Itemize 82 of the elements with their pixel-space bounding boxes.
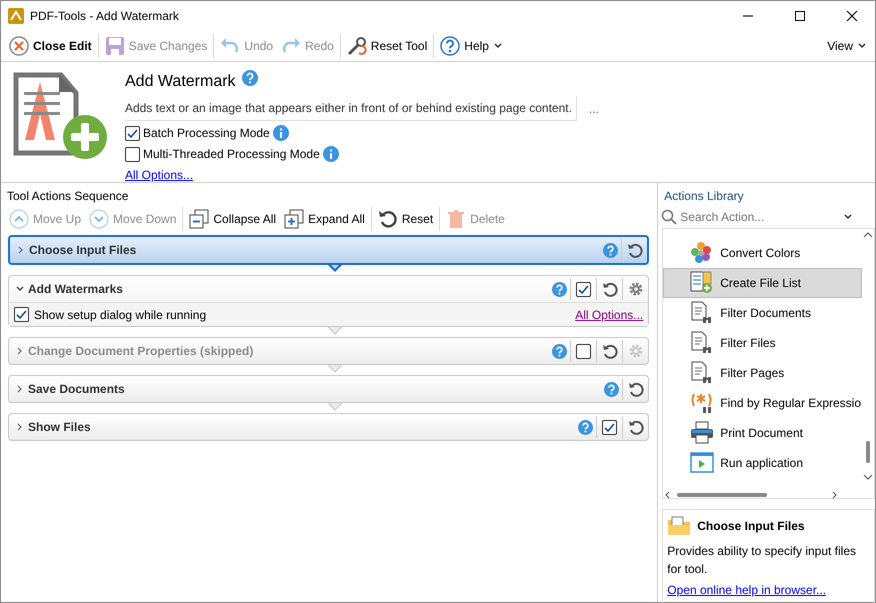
more-button[interactable]: ... bbox=[588, 100, 599, 118]
action-title: Save Documents bbox=[28, 381, 126, 398]
wrench-icon bbox=[346, 36, 367, 56]
caret-icon bbox=[492, 41, 503, 51]
help-icon bbox=[578, 420, 594, 434]
all-options-link[interactable]: All Options... bbox=[575, 306, 644, 324]
caret-icon bbox=[857, 41, 867, 51]
info-icon bbox=[322, 146, 339, 162]
toolbar-button[interactable]: Reset bbox=[374, 207, 438, 231]
library-item[interactable]: Create File List bbox=[663, 268, 862, 298]
action-title: Show Files bbox=[28, 419, 92, 436]
reset-icon bbox=[628, 381, 644, 397]
help-icon bbox=[552, 344, 568, 358]
toolbar-button[interactable]: Collapse All bbox=[185, 207, 280, 231]
run-window-icon bbox=[690, 451, 714, 475]
help-title: Choose Input Files bbox=[697, 518, 805, 535]
toolbar-button[interactable]: Reset Tool bbox=[342, 34, 432, 58]
regex-icon bbox=[690, 391, 714, 415]
toolbar-button[interactable]: Expand All bbox=[280, 207, 369, 231]
option-label: Batch Processing Mode bbox=[143, 125, 270, 142]
action-card[interactable]: Show Files bbox=[8, 413, 650, 441]
help-text: Provides ability to specify input files for tool. bbox=[667, 543, 858, 578]
watermark-tool-icon bbox=[13, 70, 108, 160]
caret-icon bbox=[843, 212, 854, 222]
enable-checkbox[interactable] bbox=[602, 420, 618, 434]
printer-icon bbox=[690, 421, 714, 445]
action-card[interactable]: Save Documents bbox=[8, 375, 650, 403]
panel-title: Actions Library bbox=[663, 188, 745, 205]
reset-icon bbox=[378, 209, 398, 229]
option-label: Multi-Threaded Processing Mode bbox=[143, 146, 320, 163]
help-icon bbox=[242, 70, 258, 86]
connector-notch bbox=[327, 364, 343, 373]
help-icon bbox=[604, 382, 620, 396]
trash-icon bbox=[446, 209, 466, 229]
library-item[interactable]: Find by Regular Expressio bbox=[663, 388, 862, 418]
enable-checkbox[interactable] bbox=[576, 282, 592, 296]
action-title: Change Document Properties (skipped) bbox=[28, 343, 254, 360]
save-icon bbox=[104, 36, 125, 56]
library-item[interactable]: Filter Pages bbox=[663, 358, 862, 388]
library-item[interactable]: Filter Documents bbox=[663, 298, 862, 328]
library-item[interactable]: Convert Colors bbox=[663, 238, 862, 268]
option-label: Show setup dialog while running bbox=[34, 306, 208, 324]
panel-title: Tool Actions Sequence bbox=[6, 188, 130, 205]
connector-notch bbox=[327, 264, 343, 273]
reset-icon bbox=[628, 419, 644, 435]
help-icon bbox=[552, 282, 568, 296]
help-icon bbox=[440, 36, 460, 56]
reset-icon bbox=[602, 281, 618, 297]
library-item[interactable]: Run application bbox=[663, 448, 862, 478]
help-icon bbox=[603, 242, 618, 258]
enable-checkbox[interactable] bbox=[576, 344, 592, 358]
toolbar-button[interactable]: Help bbox=[436, 34, 507, 58]
close-icon bbox=[846, 10, 858, 22]
search-icon bbox=[661, 209, 678, 225]
action-title: Add Watermarks bbox=[28, 281, 124, 298]
checkbox[interactable] bbox=[14, 307, 29, 322]
window-title: PDF-Tools - Add Watermark bbox=[30, 8, 180, 25]
online-help-link[interactable]: Open online help in browser... bbox=[667, 581, 826, 599]
info-icon bbox=[272, 125, 289, 141]
library-item[interactable]: Filter Files bbox=[663, 328, 862, 358]
library-item[interactable]: Print Document bbox=[663, 418, 862, 448]
action-card[interactable]: Choose Input Files bbox=[8, 235, 650, 265]
tool-title: Add Watermark bbox=[125, 72, 236, 92]
expand-icon bbox=[284, 209, 304, 229]
close-edit-button[interactable]: Close Edit bbox=[5, 34, 96, 58]
reset-icon bbox=[626, 242, 643, 258]
close-icon bbox=[9, 36, 29, 56]
tool-description: Adds text or an image that appears either in front of or behind existing page content. bbox=[125, 97, 577, 121]
reset-icon bbox=[602, 343, 618, 359]
app-icon bbox=[8, 8, 24, 24]
action-title: Choose Input Files bbox=[29, 242, 138, 259]
connector-notch bbox=[327, 402, 343, 411]
maximize-icon bbox=[794, 10, 806, 22]
checkbox[interactable] bbox=[125, 146, 140, 162]
connector-notch bbox=[327, 326, 343, 335]
file-list-icon bbox=[690, 271, 714, 295]
view-menu[interactable]: View bbox=[823, 35, 871, 57]
all-options-link[interactable]: All Options... bbox=[125, 166, 194, 184]
checkbox[interactable] bbox=[125, 126, 140, 140]
action-card[interactable]: Add Watermarks Show setup dialog while running All Options... bbox=[8, 275, 650, 327]
collapse-icon bbox=[189, 209, 210, 229]
folder-icon bbox=[667, 516, 692, 536]
